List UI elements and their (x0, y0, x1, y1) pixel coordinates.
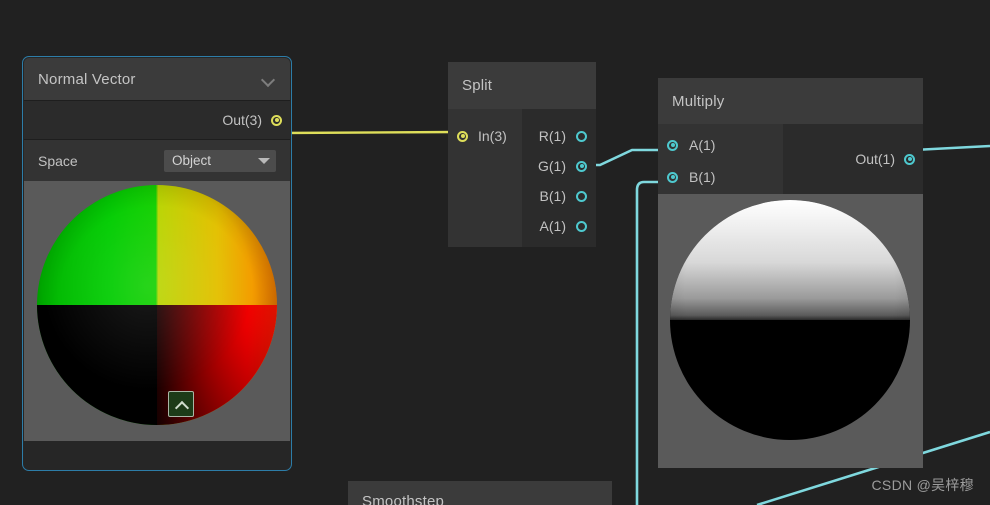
wire-multiply-out-to-offscreen (913, 144, 990, 152)
output-port-a1[interactable] (576, 220, 587, 232)
port-label-a1: A(1) (539, 218, 566, 234)
port-row-a1: A(1) (522, 211, 596, 241)
chevron-down-icon (258, 157, 270, 164)
preview-sphere-shading (670, 200, 910, 440)
chevron-down-icon[interactable] (262, 75, 276, 84)
preview-sphere-multiply (670, 200, 910, 440)
port-row-g1: G(1) (522, 151, 596, 181)
node-normal-vector-title: Normal Vector (38, 70, 136, 88)
node-multiply-preview[interactable] (658, 194, 923, 468)
wire-split-g-to-multiply-a (584, 148, 670, 167)
output-port-out1[interactable] (904, 153, 915, 165)
output-port-out3[interactable] (271, 114, 282, 126)
port-row-r1: R(1) (522, 121, 596, 151)
node-split-body: In(3) R(1) G(1) B(1) A(1) (448, 109, 596, 247)
output-port-g1[interactable] (576, 160, 587, 172)
preview-sphere-shading (37, 185, 277, 425)
node-smoothstep[interactable]: Smoothstep (348, 481, 612, 505)
port-row-a1-multiply: A(1) (658, 129, 783, 161)
space-dropdown[interactable]: Object (164, 149, 276, 172)
shader-graph-canvas[interactable]: Normal Vector Out(3) Space Object Split … (0, 0, 990, 505)
property-row-space: Space Object (24, 140, 290, 181)
node-multiply[interactable]: Multiply A(1) B(1) Out(1) (658, 78, 923, 468)
node-multiply-outputs: Out(1) (783, 124, 923, 194)
port-label-r1: R(1) (538, 128, 566, 144)
node-split-inputs: In(3) (448, 109, 522, 247)
node-normal-vector[interactable]: Normal Vector Out(3) Space Object (22, 56, 292, 471)
node-split[interactable]: Split In(3) R(1) G(1) B(1) A(1) (448, 62, 596, 247)
output-port-r1[interactable] (576, 130, 587, 142)
input-port-b1[interactable] (667, 171, 678, 183)
node-split-outputs: R(1) G(1) B(1) A(1) (522, 109, 596, 247)
node-split-header[interactable]: Split (448, 62, 596, 109)
node-normal-vector-header[interactable]: Normal Vector (24, 58, 290, 100)
port-row-in3: In(3) (448, 121, 522, 151)
node-normal-vector-output-row: Out(3) (24, 100, 290, 140)
port-label-a1-multiply: A(1) (689, 137, 716, 153)
port-label-b1: B(1) (539, 188, 566, 204)
input-port-a1[interactable] (667, 139, 678, 151)
port-label-g1: G(1) (538, 158, 566, 174)
node-split-title: Split (462, 77, 493, 94)
output-port-b1[interactable] (576, 190, 587, 202)
port-label-in3: In(3) (478, 128, 507, 144)
wire-normalvector-to-split (279, 130, 458, 135)
preview-sphere-normal-vector (37, 185, 277, 425)
node-multiply-header[interactable]: Multiply (658, 78, 923, 124)
port-label-b1-multiply: B(1) (689, 169, 716, 185)
port-row-b1-multiply: B(1) (658, 161, 783, 193)
node-smoothstep-title: Smoothstep (362, 492, 445, 505)
property-label-space: Space (38, 152, 78, 169)
node-normal-vector-preview[interactable] (24, 181, 290, 441)
input-port-in3[interactable] (457, 130, 468, 142)
watermark: CSDN @吴梓穆 (871, 477, 974, 493)
node-multiply-inputs: A(1) B(1) (658, 124, 783, 194)
node-smoothstep-header[interactable]: Smoothstep (348, 481, 612, 505)
port-row-b1: B(1) (522, 181, 596, 211)
node-multiply-title: Multiply (672, 92, 725, 110)
node-multiply-body: A(1) B(1) Out(1) (658, 124, 923, 194)
port-label-out1: Out(1) (855, 151, 895, 167)
port-label-out3: Out(3) (222, 112, 262, 128)
space-dropdown-value: Object (172, 153, 212, 168)
chevron-up-icon[interactable] (168, 391, 194, 417)
